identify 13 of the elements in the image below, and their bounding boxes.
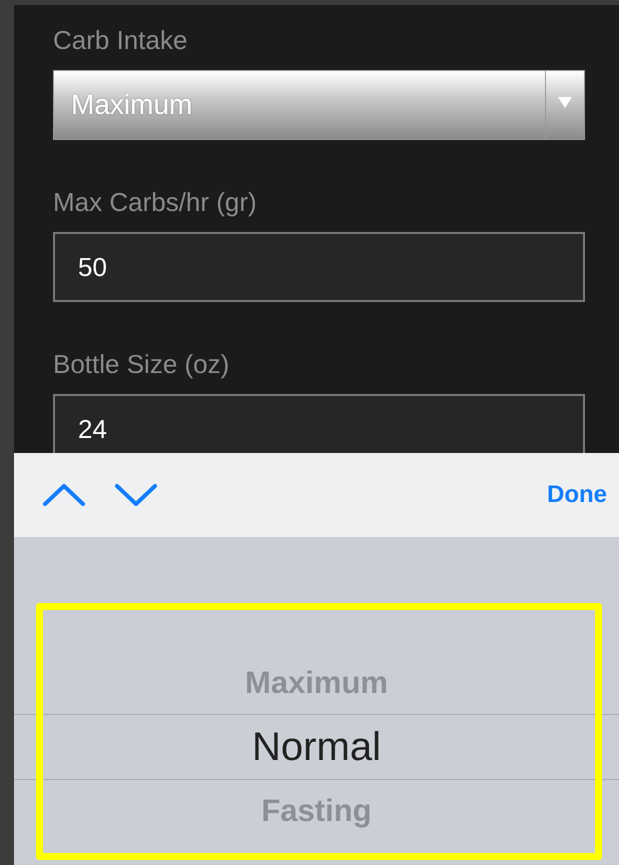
done-button[interactable]: Done (547, 477, 607, 513)
chevron-up-icon[interactable] (42, 483, 86, 507)
field-label: Max Carbs/hr (gr) (53, 187, 258, 217)
picker-option[interactable]: Fasting (261, 788, 372, 834)
picker-option[interactable]: Maximum (245, 660, 388, 706)
picker-option[interactable]: Normal (252, 717, 381, 777)
dropdown-select[interactable]: Maximum (53, 70, 585, 140)
input-field[interactable]: 24 (53, 394, 585, 453)
caret-icon (558, 97, 572, 108)
field-label: Carb Intake (53, 25, 188, 55)
field-label: Bottle Size (oz) (53, 349, 230, 379)
input-field[interactable]: 50 (53, 232, 585, 302)
chevron-down-icon[interactable] (114, 483, 158, 507)
